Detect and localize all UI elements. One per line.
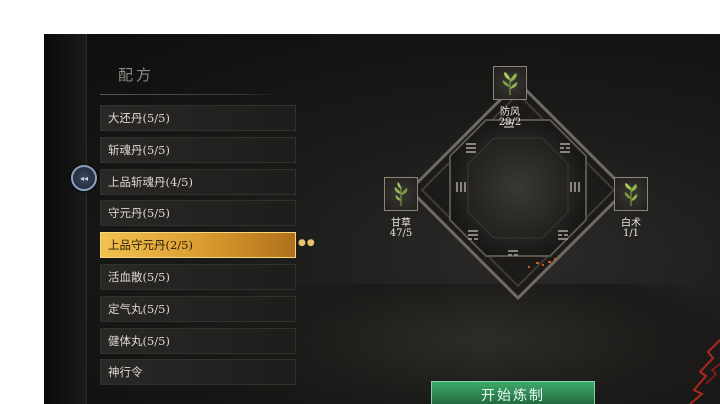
recipe-item[interactable]: 守元丹(5/5) bbox=[100, 200, 296, 227]
recipe-item-selected[interactable]: 上品守元丹(2/5) bbox=[100, 232, 296, 259]
ingredient-count-right: 1/1 bbox=[622, 228, 640, 239]
recipe-item[interactable]: 定气丸(5/5) bbox=[100, 295, 296, 322]
ingredient-name-left: 甘草 bbox=[391, 218, 411, 229]
selection-indicator-icon: ●● bbox=[298, 238, 316, 248]
alchemy-screen: ◂◂ 配方 大还丹(5/5) 斩魂丹(5/5) 上品斩魂丹(4/5) 守元丹(5… bbox=[44, 34, 720, 404]
recipe-item[interactable]: 神行令 bbox=[100, 359, 296, 386]
ingredient-slot-top[interactable] bbox=[493, 66, 527, 100]
recipe-list: 大还丹(5/5) 斩魂丹(5/5) 上品斩魂丹(4/5) 守元丹(5/5) 上品… bbox=[100, 105, 296, 391]
side-panel-toggle-icon[interactable]: ◂◂ bbox=[71, 165, 97, 191]
recipe-item[interactable]: 大还丹(5/5) bbox=[100, 105, 296, 131]
ingredient-name-right: 白术 bbox=[621, 218, 641, 229]
recipe-item[interactable]: 上品斩魂丹(4/5) bbox=[100, 168, 296, 195]
recipe-item[interactable]: 斩魂丹(5/5) bbox=[100, 136, 296, 163]
recipe-item[interactable]: 活血散(5/5) bbox=[100, 263, 296, 290]
lava-crack-icon bbox=[689, 339, 720, 404]
title-divider bbox=[100, 94, 280, 95]
ingredient-slot-left[interactable] bbox=[384, 177, 418, 211]
ingredient-slot-right[interactable] bbox=[614, 177, 648, 211]
start-refining-button[interactable]: 开始炼制 bbox=[431, 381, 595, 404]
ingredient-count-top: 29/2 bbox=[498, 117, 522, 128]
herb-icon bbox=[624, 183, 638, 206]
herb-icon bbox=[502, 72, 518, 95]
ingredient-name-top: 防风 bbox=[500, 107, 520, 118]
recipe-item[interactable]: 健体丸(5/5) bbox=[100, 327, 296, 354]
recipe-panel-title: 配方 bbox=[118, 66, 155, 84]
ingredient-count-left: 47/5 bbox=[389, 228, 413, 239]
herb-icon bbox=[394, 182, 408, 206]
